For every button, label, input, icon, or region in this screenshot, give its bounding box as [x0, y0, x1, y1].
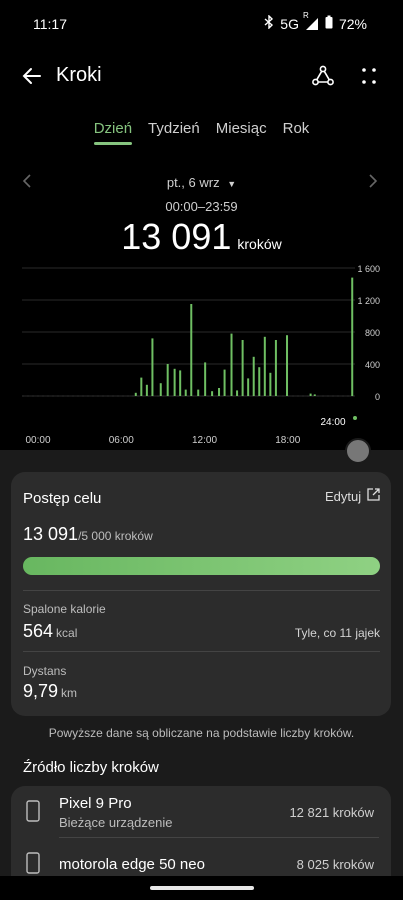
phone-icon	[26, 852, 40, 874]
network-label: 5G	[280, 15, 299, 32]
data-note: Powyższe dane są obliczane na podstawie …	[48, 726, 355, 740]
chart-bar	[274, 340, 277, 396]
steps-chart[interactable]: 0 400 800 1 200 1 600 00:00 06:00 12:00 18:00 24:…	[0, 258, 403, 450]
chart-bar	[173, 368, 176, 396]
caret-down-icon: ▼	[227, 179, 237, 189]
chart-bar	[351, 277, 354, 396]
chart-bar	[252, 356, 255, 396]
chart-bar	[190, 304, 193, 396]
tab-week[interactable]: Tydzień	[148, 120, 200, 145]
goal-card	[11, 472, 391, 716]
current-time-dot	[353, 416, 357, 420]
y-tick-label: 800	[365, 328, 380, 338]
goal-value: 13 091	[23, 524, 79, 544]
chart-bar	[179, 370, 182, 396]
external-edit-icon	[367, 488, 380, 504]
chart-bar	[223, 369, 226, 396]
divider	[59, 837, 379, 838]
calories-value: 564 kcal	[23, 621, 77, 642]
chart-bar	[313, 394, 316, 396]
chart-bar	[269, 372, 272, 396]
goal-progress-fill	[23, 557, 380, 575]
chart-bar	[230, 333, 233, 396]
sources-title: Źródło liczby kroków	[23, 759, 159, 776]
date-selector[interactable]: pt., 6 wrz ▼	[0, 175, 403, 190]
chart-bar	[134, 392, 137, 396]
goal-target: /5 000 kroków	[78, 529, 153, 543]
chevron-right-icon[interactable]	[368, 173, 378, 194]
roaming-label: R	[302, 10, 309, 20]
edit-label: Edytuj	[325, 488, 362, 504]
home-gesture-handle[interactable]	[150, 886, 254, 890]
period-tabs: Dzień Tydzień Miesiąc Rok	[0, 120, 403, 145]
total-steps-value: 13 091	[121, 216, 232, 257]
goal-card-title: Postęp celu	[23, 490, 102, 507]
calories-label: Spalone kalorie	[23, 602, 106, 616]
more-grid-icon[interactable]	[357, 64, 381, 88]
device-steps: 8 025 kroków	[296, 857, 374, 872]
divider	[23, 651, 380, 652]
share-icon[interactable]	[311, 64, 335, 88]
chart-bar	[263, 336, 266, 396]
bluetooth-icon	[264, 14, 274, 32]
x-tick-label: 00:00	[25, 435, 50, 446]
total-steps: 13 091 kroków	[0, 216, 403, 258]
distance-value: 9,79 km	[23, 681, 77, 702]
status-time: 11:17	[33, 16, 67, 32]
list-item[interactable]: Pixel 9 Pro Bieżące urządzenie 12 821 kr…	[11, 786, 391, 838]
chart-bar	[204, 362, 207, 396]
tab-day[interactable]: Dzień	[93, 120, 133, 145]
status-bar: 11:17 5G R 72%	[0, 0, 403, 48]
chart-bar	[247, 378, 250, 396]
device-name: Pixel 9 Pro	[59, 795, 132, 812]
time-range: 00:00–23:59	[165, 199, 238, 214]
chart-scrub-handle[interactable]	[345, 438, 371, 464]
chart-bar	[197, 389, 200, 396]
y-tick-label: 1 200	[357, 296, 380, 306]
battery-icon	[325, 15, 333, 32]
chart-bar	[166, 364, 169, 396]
tab-year[interactable]: Rok	[283, 120, 310, 145]
date-label: pt., 6 wrz	[166, 175, 220, 190]
y-tick-label: 1 600	[357, 264, 380, 274]
chart-bar	[159, 383, 162, 396]
chart-bar	[258, 367, 261, 396]
chart-bar	[140, 377, 143, 396]
device-sub: Bieżące urządzenie	[59, 815, 173, 830]
phone-icon	[26, 800, 40, 822]
calories-unit: kcal	[56, 626, 78, 640]
distance-number: 9,79	[23, 681, 59, 701]
chart-bar	[184, 389, 187, 396]
x-tick-label: 18:00	[275, 435, 300, 446]
status-icons: 5G R 72%	[264, 11, 367, 32]
calories-number: 564	[23, 621, 54, 641]
arrow-left-icon[interactable]	[20, 64, 44, 88]
chart-bar	[309, 393, 312, 396]
x-tick-label: 24:00	[320, 417, 345, 428]
device-name: motorola edge 50 neo	[59, 856, 205, 873]
x-tick-label: 06:00	[109, 435, 134, 446]
chart-bar	[236, 390, 239, 396]
battery-level: 72%	[338, 15, 367, 32]
distance-label: Dystans	[23, 664, 67, 678]
goal-progress-value: 13 091/5 000 kroków	[23, 524, 153, 545]
edit-button[interactable]: Edytuj	[325, 488, 380, 504]
distance-unit: km	[61, 686, 78, 700]
chart-bar	[151, 338, 154, 396]
calories-note: Tyle, co 11 jajek	[294, 626, 380, 640]
total-steps-unit: kroków	[237, 236, 282, 252]
chart-bar	[218, 388, 221, 396]
tab-month[interactable]: Miesiąc	[216, 120, 267, 145]
y-tick-label: 400	[365, 360, 380, 370]
divider	[23, 590, 380, 591]
chart-bar	[241, 340, 244, 396]
page-title: Kroki	[56, 64, 102, 86]
chart-bar	[145, 384, 148, 396]
chart-bar	[286, 335, 289, 396]
signal-icon: R	[303, 11, 319, 31]
y-tick-label: 0	[375, 392, 380, 402]
chart-bar	[211, 391, 214, 396]
device-steps: 12 821 kroków	[289, 805, 374, 820]
x-tick-label: 12:00	[192, 435, 217, 446]
